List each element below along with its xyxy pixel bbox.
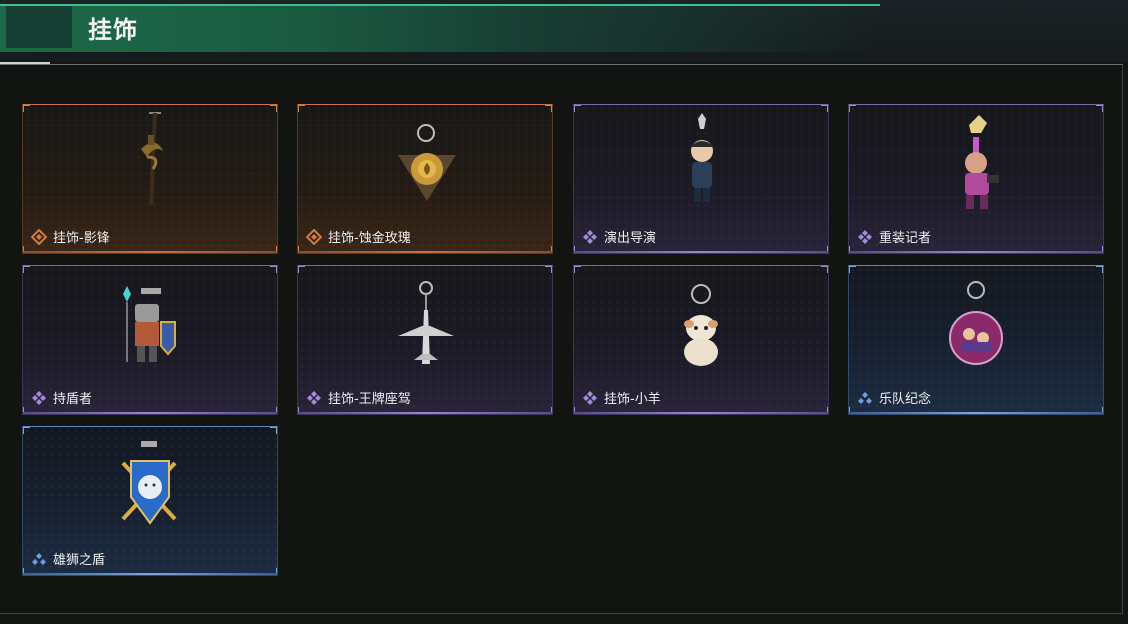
purple-rarity-icon (858, 229, 872, 244)
lamb-charm-icon (684, 284, 718, 366)
director-figure-charm-icon (690, 113, 714, 202)
jet-plane-charm-icon (398, 281, 454, 364)
charm-grid-panel: 挂饰-影锋 挂饰-蚀金玫瑰 演出导演 重装记者 持盾者 挂饰-王牌座驾 挂饰-小… (0, 64, 1123, 614)
shield-bearer-charm-icon (123, 286, 176, 362)
charm-name: 挂饰-小羊 (604, 392, 661, 407)
charm-card[interactable]: 挂饰-蚀金玫瑰 (297, 104, 553, 254)
orange-rarity-icon (31, 228, 47, 245)
purple-rarity-icon (32, 390, 46, 405)
charm-card[interactable]: 持盾者 (22, 265, 278, 415)
purple-rarity-icon (307, 390, 321, 405)
reporter-figure-charm-icon (965, 115, 999, 209)
band-badge-charm-icon (949, 281, 1003, 365)
blue-rarity-icon (32, 552, 46, 565)
orange-rarity-icon (306, 228, 322, 245)
charm-card[interactable]: 挂饰-影锋 (22, 104, 278, 254)
charm-name: 重装记者 (879, 231, 932, 246)
blade-charm-icon (141, 112, 163, 206)
charm-card[interactable]: 雄狮之盾 (22, 426, 278, 576)
page-title: 挂饰 (88, 16, 138, 44)
charm-card[interactable]: 演出导演 (573, 104, 829, 254)
rose-charm-icon (398, 124, 456, 201)
charm-card[interactable]: 挂饰-王牌座驾 (297, 265, 553, 415)
charm-name: 挂饰-蚀金玫瑰 (328, 231, 411, 246)
purple-rarity-icon (583, 390, 597, 405)
header: 挂饰 (0, 0, 1128, 62)
blue-rarity-icon (858, 391, 872, 404)
back-button[interactable] (6, 6, 72, 48)
charm-name: 挂饰-王牌座驾 (328, 392, 411, 407)
charm-card[interactable]: 挂饰-小羊 (573, 265, 829, 415)
charm-name: 演出导演 (604, 231, 657, 246)
charm-name: 雄狮之盾 (53, 553, 106, 568)
charm-card[interactable]: 乐队纪念 (848, 265, 1104, 415)
lion-shield-charm-icon (121, 441, 177, 525)
charm-card[interactable]: 重装记者 (848, 104, 1104, 254)
purple-rarity-icon (583, 229, 597, 244)
charm-name: 乐队纪念 (879, 392, 932, 407)
charm-name: 持盾者 (53, 392, 93, 407)
charm-name: 挂饰-影锋 (53, 231, 110, 246)
